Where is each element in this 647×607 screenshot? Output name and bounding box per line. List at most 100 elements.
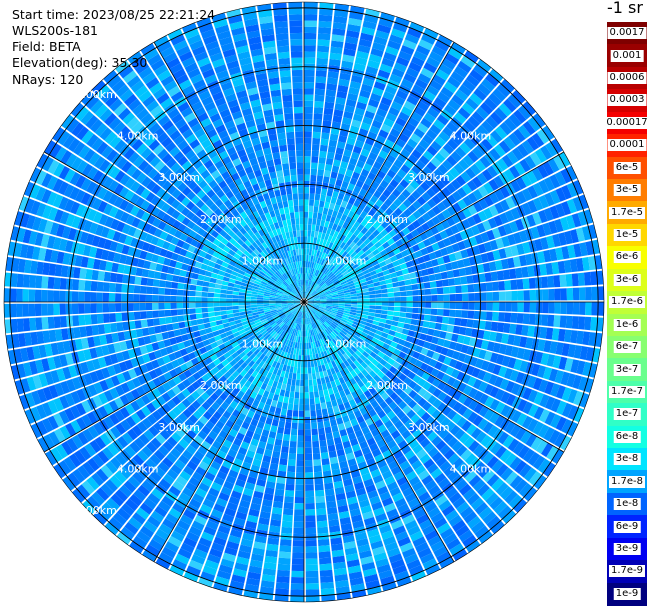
range-gate-cell <box>133 303 140 311</box>
range-gate-cell <box>541 314 549 327</box>
range-gate-cell <box>319 557 332 565</box>
range-gate-cell <box>164 302 171 310</box>
range-gate-cell <box>298 410 304 417</box>
range-gate-cell <box>306 342 309 350</box>
range-gate-cell <box>292 410 299 417</box>
range-gate-cell <box>294 503 304 510</box>
range-gate-cell <box>190 278 198 285</box>
range-gate-cell <box>310 410 317 417</box>
range-gate-cell <box>226 294 233 299</box>
range-gate-cell <box>311 156 319 164</box>
range-gate-cell <box>284 496 294 504</box>
range-gate-cell <box>78 279 86 291</box>
range-gate-cell <box>232 291 240 296</box>
range-gate-cell <box>316 378 322 386</box>
range-gate-cell <box>369 305 376 310</box>
range-gate-cell <box>578 287 586 301</box>
range-gate-cell <box>516 313 524 324</box>
range-gate-cell <box>394 296 401 302</box>
range-gate-cell <box>102 292 110 302</box>
range-gate-cell <box>203 276 211 282</box>
range-gate-cell <box>393 291 401 297</box>
range-gate-cell <box>522 278 530 290</box>
range-gate-cell <box>385 319 393 325</box>
range-gate-cell <box>392 316 400 322</box>
range-gate-cell <box>292 540 304 547</box>
range-gate-cell <box>115 293 122 302</box>
range-gate-cell <box>318 20 332 28</box>
range-gate-cell <box>542 302 549 314</box>
range-gate-cell <box>374 289 382 295</box>
range-gate-cell <box>146 278 154 287</box>
range-gate-cell <box>395 270 403 277</box>
range-gate-cell <box>424 288 432 295</box>
range-gate-cell <box>304 459 313 467</box>
range-gate-cell <box>283 433 291 441</box>
range-gate-cell <box>511 302 518 312</box>
range-gate-cell <box>28 289 36 302</box>
range-gate-cell <box>332 300 339 302</box>
range-gate-cell <box>496 270 505 281</box>
range-gate-cell <box>528 313 536 325</box>
range-gate-cell <box>437 294 444 302</box>
range-gate-cell <box>281 526 293 534</box>
range-gate-cell <box>310 174 317 182</box>
range-gate-cell <box>164 288 172 296</box>
range-gate-cell <box>326 189 334 197</box>
range-gate-cell <box>315 496 326 503</box>
range-gate-cell <box>319 396 326 404</box>
range-gate-cell <box>220 289 227 294</box>
range-gate-cell <box>338 299 345 302</box>
range-gate-cell <box>305 478 314 485</box>
range-gate-cell <box>72 279 80 291</box>
range-gate-cell <box>279 545 292 553</box>
range-gate-cell <box>387 306 395 311</box>
range-gate-cell <box>273 444 282 453</box>
range-gate-cell <box>314 193 321 201</box>
range-gate-cell <box>226 306 233 311</box>
range-gate-cell <box>304 88 314 95</box>
range-gate-cell <box>189 284 197 291</box>
range-gate-cell <box>484 272 492 282</box>
range-gate-cell <box>170 302 177 309</box>
range-gate-cell <box>226 290 233 295</box>
range-gate-cell <box>275 588 289 596</box>
range-gate-cell <box>263 304 270 307</box>
range-gate-cell <box>291 570 304 578</box>
range-gate-cell <box>369 302 376 306</box>
range-gate-cell <box>363 295 370 299</box>
range-gate-cell <box>375 302 382 306</box>
range-gate-cell <box>219 306 227 311</box>
range-gate-cell <box>152 287 159 295</box>
range-gate-cell <box>215 320 223 326</box>
range-gate-cell <box>71 291 79 302</box>
range-gate-cell <box>308 205 314 213</box>
range-gate-cell <box>406 290 413 296</box>
range-gate-cell <box>304 174 310 181</box>
range-gate-cell <box>304 373 309 380</box>
range-gate-cell <box>159 272 168 281</box>
range-gate-cell <box>406 302 413 308</box>
range-gate-cell <box>553 315 561 328</box>
range-gate-cell <box>96 313 104 324</box>
range-gate-cell <box>214 283 222 289</box>
range-gate-cell <box>362 291 370 296</box>
range-gate-cell <box>412 295 419 302</box>
range-gate-cell <box>296 466 304 473</box>
range-gate-cell <box>271 507 283 515</box>
range-gate-cell <box>304 106 313 114</box>
range-gate-cell <box>103 323 112 334</box>
range-gate-cell <box>310 404 316 411</box>
range-gate-cell <box>116 322 124 332</box>
range-gate-cell <box>318 551 331 559</box>
range-gate-cell <box>515 324 523 336</box>
range-gate-cell <box>256 302 264 305</box>
range-gate-cell <box>140 277 148 286</box>
range-gate-cell <box>304 193 310 200</box>
range-gate-cell <box>304 230 308 237</box>
range-gate-cell <box>329 393 336 401</box>
range-gate-cell <box>226 302 233 307</box>
range-gate-cell <box>559 274 567 287</box>
range-gate-cell <box>449 302 456 310</box>
range-gate-cell <box>189 308 196 315</box>
